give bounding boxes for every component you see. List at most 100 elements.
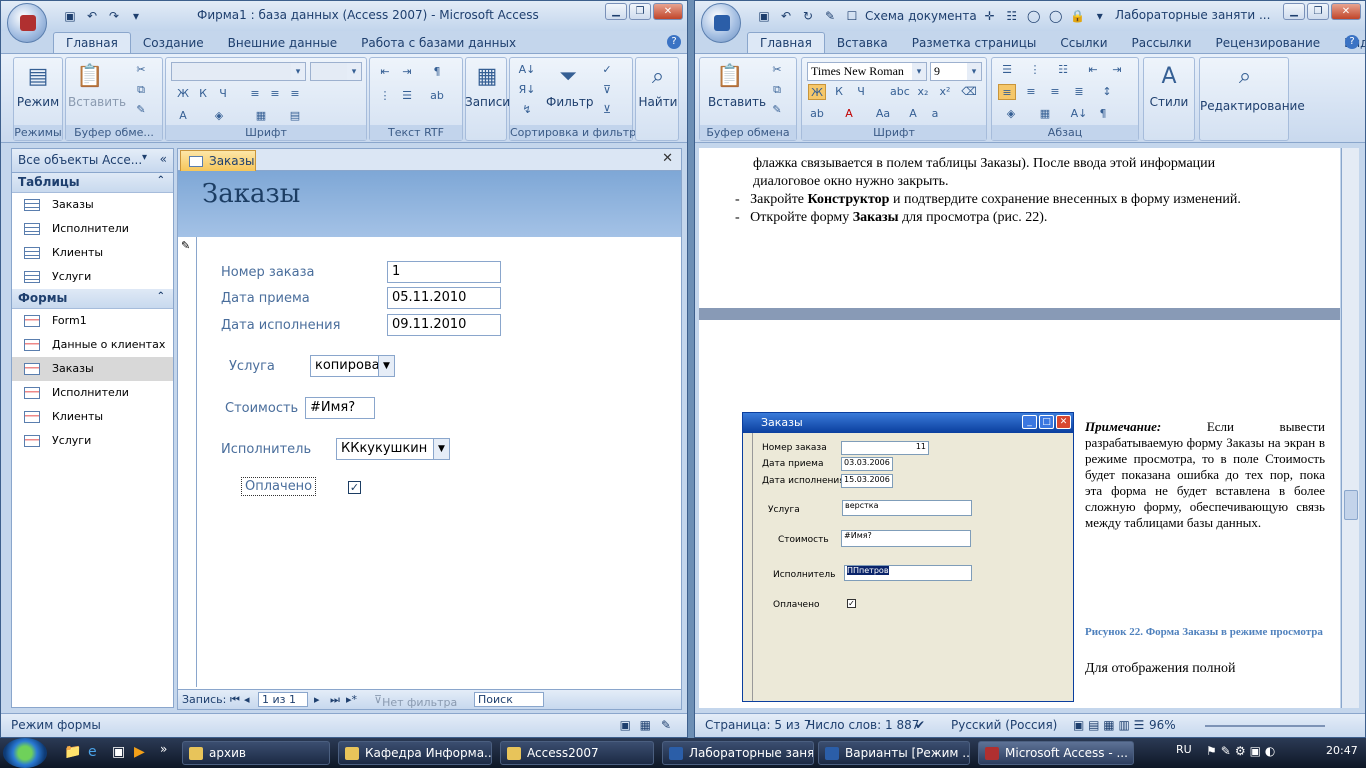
customize-qat-icon[interactable]: ▾	[127, 8, 145, 24]
maximize-button[interactable]: ❐	[629, 3, 651, 20]
nav-item-form[interactable]: Form1	[12, 309, 173, 333]
save-icon[interactable]: ▣	[61, 8, 79, 24]
previous-record-icon[interactable]: ◂	[244, 693, 250, 706]
word-count[interactable]: Число слов: 1 887	[807, 718, 919, 732]
list-icon[interactable]: ☷	[1003, 8, 1021, 24]
subscript-icon[interactable]: x₂	[914, 84, 932, 100]
media-icon[interactable]: ▶	[134, 744, 145, 760]
align-center-icon[interactable]: ≡	[1022, 84, 1040, 100]
taskbar-item[interactable]: Кафедра Информа...	[338, 741, 492, 765]
redo-icon[interactable]: ↻	[799, 8, 817, 24]
align-left-icon[interactable]: ≡	[246, 86, 264, 102]
decrease-indent-icon[interactable]: ⇤	[1084, 62, 1102, 78]
view-buttons[interactable]: ▣ ▤ ▦ ▥ ☰	[1073, 718, 1144, 732]
executor-combo[interactable]: ККкукушкин ▼	[336, 438, 450, 460]
format-painter-icon[interactable]: ✎	[768, 102, 786, 118]
clock[interactable]: 20:47	[1326, 744, 1358, 757]
paid-checkbox[interactable]: ✓	[348, 481, 361, 494]
desktop-icon[interactable]: ▣	[112, 744, 125, 760]
filter-button[interactable]: ⏷ Фильтр	[546, 62, 593, 109]
decrease-indent-icon[interactable]: ⇤	[376, 64, 394, 80]
office-button[interactable]	[7, 3, 47, 43]
taskbar-item-active[interactable]: Microsoft Access - ...	[978, 741, 1134, 765]
paste-button[interactable]: 📋 Вставить	[708, 62, 766, 109]
first-record-icon[interactable]: ⏮	[230, 693, 240, 707]
close-document-icon[interactable]: ✕	[662, 151, 673, 166]
next-record-icon[interactable]: ▸	[314, 693, 320, 706]
sort-desc-icon[interactable]: Я↓	[518, 82, 536, 98]
chevron-right-icon[interactable]: »	[160, 742, 167, 756]
clear-sort-icon[interactable]: ↯	[518, 102, 536, 118]
advanced-filter-icon[interactable]: ⊽	[598, 82, 616, 98]
bullets-icon[interactable]: ☰	[998, 62, 1016, 78]
italic-icon[interactable]: К	[830, 84, 848, 100]
change-case-icon[interactable]: Aa	[874, 106, 892, 122]
undo-icon[interactable]: ↶	[83, 8, 101, 24]
tab-external-data[interactable]: Внешние данные	[216, 33, 349, 53]
help-icon[interactable]: ?	[1345, 35, 1359, 49]
customize-qat-icon[interactable]: ▾	[1091, 8, 1109, 24]
tab-review[interactable]: Рецензирование	[1204, 33, 1333, 53]
font-size-box[interactable]: ▾	[310, 62, 362, 81]
styles-button[interactable]: A Стили	[1147, 62, 1191, 109]
shrink-font-icon[interactable]: a	[926, 106, 944, 122]
sort-asc-icon[interactable]: A↓	[518, 62, 536, 78]
maximize-button[interactable]: ❐	[1307, 3, 1329, 20]
proofing-icon[interactable]: ✔	[915, 718, 925, 732]
circle-icon[interactable]: ◯	[1047, 8, 1065, 24]
dropdown-arrow-icon[interactable]: ▼	[433, 439, 449, 459]
find-button[interactable]: ⌕ Найти	[636, 62, 680, 109]
bold-icon[interactable]: Ж	[174, 86, 192, 102]
paste-button[interactable]: 📋 Вставить	[68, 62, 126, 109]
tab-database-tools[interactable]: Работа с базами данных	[349, 33, 528, 53]
done-date-field[interactable]: 09.11.2010	[387, 314, 501, 336]
tab-home[interactable]: Главная	[747, 32, 825, 53]
start-button[interactable]	[3, 738, 47, 768]
records-button[interactable]: ▦ Записи	[465, 62, 510, 109]
align-left-icon[interactable]: ≡	[998, 84, 1016, 100]
borders-icon[interactable]: ▦	[1036, 106, 1054, 122]
toggle-filter-icon[interactable]: ⊻	[598, 102, 616, 118]
nav-item-form[interactable]: Данные о клиентах	[12, 333, 173, 357]
highlight-icon[interactable]: ab	[808, 106, 826, 122]
mode-button[interactable]: ▤ Режим	[16, 62, 60, 109]
nav-item-form[interactable]: Исполнители	[12, 381, 173, 405]
numbering-icon[interactable]: ⋮	[376, 88, 394, 104]
underline-icon[interactable]: Ч	[214, 86, 232, 102]
received-date-field[interactable]: 05.11.2010	[387, 287, 501, 309]
dropdown-arrow-icon[interactable]: ▾	[912, 63, 926, 80]
scroll-thumb[interactable]	[1344, 490, 1358, 520]
highlight-icon[interactable]: ab	[428, 88, 446, 104]
lock-icon[interactable]: 🔒	[1069, 8, 1087, 24]
search-field[interactable]: Поиск	[474, 692, 544, 707]
tray-icons[interactable]: ⚑✎⚙▣◐	[1206, 744, 1279, 758]
sort-icon[interactable]: A↓	[1070, 106, 1088, 122]
new-record-icon[interactable]: ▸*	[346, 693, 357, 706]
design-view-icon[interactable]: ✎	[661, 718, 671, 732]
nav-item-form[interactable]: Клиенты	[12, 405, 173, 429]
paragraph-icon[interactable]: ¶	[428, 64, 446, 80]
multilevel-list-icon[interactable]: ☷	[1054, 62, 1072, 78]
bold-icon[interactable]: Ж	[808, 84, 826, 100]
justify-icon[interactable]: ≣	[1070, 84, 1088, 100]
grow-font-icon[interactable]: A	[904, 106, 922, 122]
font-size-box[interactable]: 9 ▾	[930, 62, 982, 81]
align-center-icon[interactable]: ≡	[266, 86, 284, 102]
nav-item-form-selected[interactable]: Заказы	[12, 357, 173, 381]
service-combo[interactable]: копирован ▼	[310, 355, 395, 377]
underline-icon[interactable]: Ч	[852, 84, 870, 100]
nav-item-table[interactable]: Услуги	[12, 265, 173, 289]
tab-create[interactable]: Создание	[131, 33, 216, 53]
folder-icon[interactable]: 📁	[64, 744, 81, 760]
font-color-icon[interactable]: A	[174, 108, 192, 124]
taskbar-item[interactable]: Варианты [Режим ...	[818, 741, 970, 765]
language-status[interactable]: Русский (Россия)	[951, 718, 1057, 732]
taskbar-item[interactable]: архив	[182, 741, 330, 765]
strikethrough-icon[interactable]: abc	[890, 84, 910, 100]
show-marks-icon[interactable]: ¶	[1094, 106, 1112, 122]
editing-button[interactable]: ⌕	[1223, 62, 1267, 95]
taskbar-item[interactable]: Access2007	[500, 741, 654, 765]
font-name-box[interactable]: ▾	[171, 62, 306, 81]
cursor-icon[interactable]: ✛	[981, 8, 999, 24]
nav-item-table[interactable]: Клиенты	[12, 241, 173, 265]
